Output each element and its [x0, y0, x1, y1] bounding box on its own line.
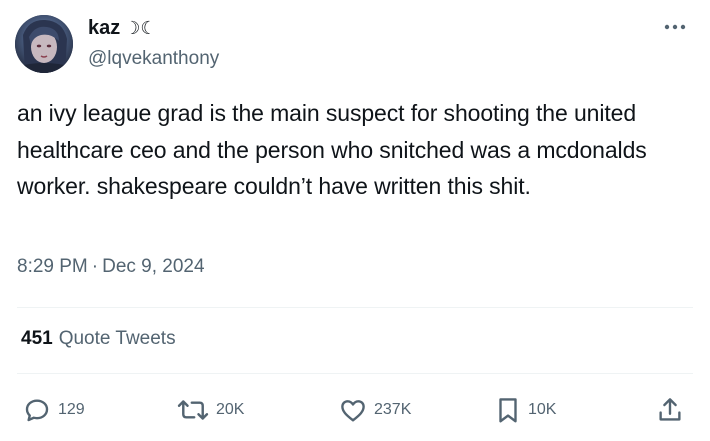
action-bar: 129 20K 237K 10K: [0, 392, 710, 428]
name-emoji: ☽☾: [124, 18, 157, 38]
quote-tweets-count: 451: [21, 328, 53, 349]
share-button[interactable]: [655, 392, 685, 428]
quote-tweets-link[interactable]: 451 Quote Tweets: [21, 328, 176, 350]
tweet-text: an ivy league grad is the main suspect f…: [17, 100, 647, 199]
tweet-date-link[interactable]: Dec 9, 2024: [102, 256, 204, 278]
divider: [17, 373, 693, 374]
reply-count: 129: [58, 401, 85, 418]
reply-button[interactable]: 129: [22, 392, 85, 428]
share-icon: [659, 398, 681, 421]
author-handle[interactable]: @lqvekanthony: [88, 48, 219, 70]
divider: [17, 307, 693, 308]
avatar-image: [15, 15, 73, 73]
bookmark-count: 10K: [528, 401, 557, 418]
like-count: 237K: [374, 401, 412, 418]
avatar[interactable]: [15, 15, 73, 73]
bookmark-icon: [499, 398, 517, 423]
retweet-button[interactable]: 20K: [176, 392, 244, 428]
tweet-timestamp: 8:29 PM · Dec 9, 2024: [17, 256, 205, 278]
quote-tweets-label: Quote Tweets: [58, 328, 176, 349]
retweet-count: 20K: [216, 401, 245, 418]
tweet-card: kaz ☽☾ @lqvekanthony an ivy league grad …: [0, 0, 710, 441]
tweet-time-link[interactable]: 8:29 PM: [17, 256, 88, 278]
author-name-row[interactable]: kaz ☽☾: [88, 17, 157, 40]
timestamp-separator: ·: [91, 256, 99, 277]
bookmark-button[interactable]: 10K: [494, 392, 556, 428]
like-icon: [341, 400, 365, 422]
more-options-button[interactable]: [662, 18, 688, 36]
more-icon: [664, 24, 686, 30]
retweet-icon: [177, 400, 209, 420]
like-button[interactable]: 237K: [338, 392, 411, 428]
reply-icon: [25, 399, 49, 422]
author-display-name[interactable]: kaz: [88, 17, 120, 40]
